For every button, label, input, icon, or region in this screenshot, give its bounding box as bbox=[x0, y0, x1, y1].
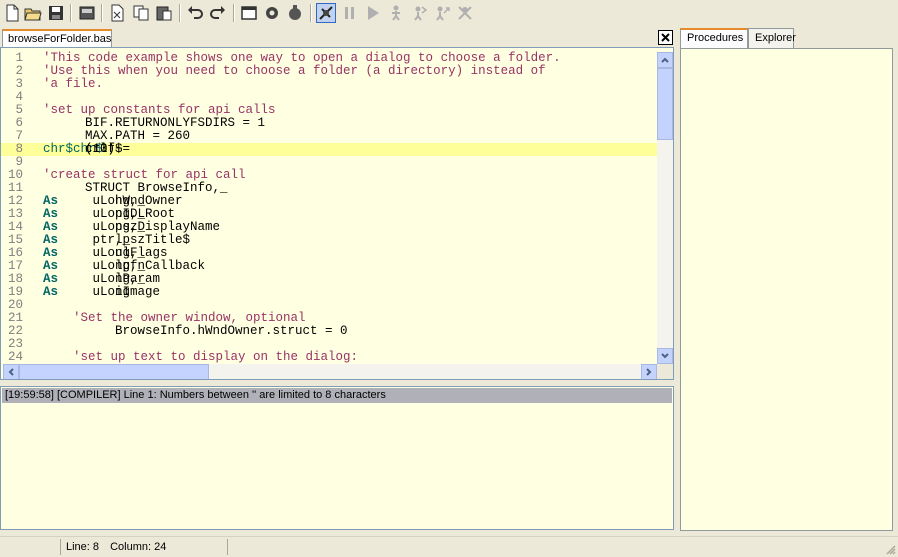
horizontal-scroll-thumb[interactable] bbox=[19, 364, 209, 379]
status-pane-blank bbox=[0, 539, 61, 555]
editor-tab-label: browseForFolder.bas bbox=[8, 33, 112, 45]
output-pane[interactable]: [19:59:58] [COMPILER] Line 1: Numbers be… bbox=[0, 386, 674, 530]
save-file-icon[interactable] bbox=[46, 3, 66, 23]
code-builtin: chr$ bbox=[43, 142, 74, 156]
scroll-left-button[interactable] bbox=[3, 364, 19, 379]
paste-icon[interactable] bbox=[154, 3, 174, 23]
scrollbar-corner bbox=[657, 364, 673, 379]
tab-procedures[interactable]: Procedures bbox=[680, 28, 748, 49]
window-icon[interactable] bbox=[239, 3, 259, 23]
step-out-icon[interactable] bbox=[432, 3, 452, 23]
step-over-icon[interactable] bbox=[409, 3, 429, 23]
horizontal-scrollbar[interactable] bbox=[3, 364, 657, 379]
code-line[interactable]: 22 BrowseInfo.hWndOwner.struct = 0 bbox=[1, 325, 657, 338]
editor-tab[interactable]: browseForFolder.bas bbox=[2, 29, 112, 47]
resize-grip-icon[interactable] bbox=[886, 545, 896, 555]
code-text[interactable]: 'Use this when you need to choose a fold… bbox=[43, 65, 546, 78]
code-line[interactable]: 3'a file. bbox=[1, 78, 657, 91]
status-position: Line: 8 Column: 24 bbox=[60, 539, 228, 555]
code-comment: 'set up constants for api calls bbox=[43, 103, 276, 117]
code-area[interactable]: 1 'This code example shows one way to ope… bbox=[1, 48, 657, 364]
toolbar-separator bbox=[70, 4, 72, 22]
redo-icon[interactable] bbox=[208, 3, 228, 23]
code-comment: 'Set the owner window, optional bbox=[43, 311, 306, 325]
status-bar: Line: 8 Column: 24 bbox=[0, 536, 898, 557]
toolbar bbox=[0, 0, 898, 26]
output-message[interactable]: [19:59:58] [COMPILER] Line 1: Numbers be… bbox=[2, 388, 672, 403]
code-comment: 'create struct for api call bbox=[43, 168, 246, 182]
code-keyword: As bbox=[43, 220, 59, 234]
chevron-up-icon bbox=[661, 57, 669, 63]
undo-icon[interactable] bbox=[185, 3, 205, 23]
close-icon bbox=[661, 33, 670, 42]
code-text[interactable]: iImage As uLong bbox=[43, 285, 160, 299]
toolbar-separator bbox=[233, 4, 235, 22]
code-text[interactable]: crlf$= chr$ (13)+ chr$ (10) bbox=[43, 142, 130, 156]
code-editor[interactable]: 1 'This code example shows one way to ope… bbox=[0, 47, 674, 380]
code-keyword: As bbox=[43, 194, 59, 208]
code-token: uLong bbox=[85, 285, 131, 299]
code-line[interactable]: 19 iImage As uLong bbox=[1, 286, 657, 299]
code-text[interactable]: 'set up text to display on the dialog: bbox=[43, 351, 358, 364]
line-number: 24 bbox=[7, 350, 23, 364]
code-comment: 'set up text to display on the dialog: bbox=[43, 350, 359, 364]
debug-icon[interactable] bbox=[316, 3, 336, 23]
tab-explorer[interactable]: Explorer bbox=[748, 28, 796, 48]
close-tab-button[interactable] bbox=[658, 30, 673, 45]
scroll-up-button[interactable] bbox=[657, 52, 673, 68]
code-keyword: As bbox=[43, 272, 59, 286]
gear-icon[interactable] bbox=[262, 3, 282, 23]
chevron-right-icon bbox=[646, 368, 652, 376]
code-comment: 'Use this when you need to choose a fold… bbox=[43, 64, 546, 78]
chevron-down-icon bbox=[661, 353, 669, 359]
copy-icon[interactable] bbox=[131, 3, 151, 23]
status-column: Column: 24 bbox=[110, 541, 167, 553]
code-line[interactable]: 8 crlf$= chr$ (13)+ chr$ (10) bbox=[1, 143, 657, 156]
vertical-scroll-thumb[interactable] bbox=[657, 68, 673, 140]
code-keyword: As bbox=[43, 233, 59, 247]
code-text[interactable]: 'a file. bbox=[43, 78, 103, 91]
toolbar-separator bbox=[310, 4, 312, 22]
stop-icon[interactable] bbox=[455, 3, 475, 23]
status-line: Line: 8 bbox=[66, 541, 100, 553]
code-keyword: As bbox=[43, 285, 59, 299]
new-file-icon[interactable] bbox=[2, 3, 22, 23]
open-folder-icon[interactable] bbox=[77, 3, 97, 23]
step-icon[interactable] bbox=[386, 3, 406, 23]
scroll-down-button[interactable] bbox=[657, 348, 673, 364]
code-comment: 'This code example shows one way to open… bbox=[43, 51, 561, 65]
open-file-icon[interactable] bbox=[23, 3, 43, 23]
code-token: (10) bbox=[85, 142, 116, 156]
toolbar-separator bbox=[179, 4, 181, 22]
compile-icon[interactable] bbox=[285, 3, 305, 23]
code-line[interactable]: 24 'set up text to display on the dialog… bbox=[1, 351, 657, 364]
code-comment: 'a file. bbox=[43, 77, 104, 91]
toolbar-separator bbox=[101, 4, 103, 22]
vertical-scrollbar[interactable] bbox=[657, 52, 673, 364]
cut-icon[interactable] bbox=[107, 3, 127, 23]
code-token: BrowseInfo.hWndOwner.struct = 0 bbox=[85, 324, 348, 338]
pause-icon[interactable] bbox=[340, 3, 360, 23]
run-icon[interactable] bbox=[363, 3, 383, 23]
procedures-panel[interactable] bbox=[680, 48, 893, 531]
chevron-left-icon bbox=[8, 368, 14, 376]
code-keyword: As bbox=[43, 246, 59, 260]
code-keyword: As bbox=[43, 259, 59, 273]
code-keyword: As bbox=[43, 207, 59, 221]
scroll-right-button[interactable] bbox=[641, 364, 657, 379]
